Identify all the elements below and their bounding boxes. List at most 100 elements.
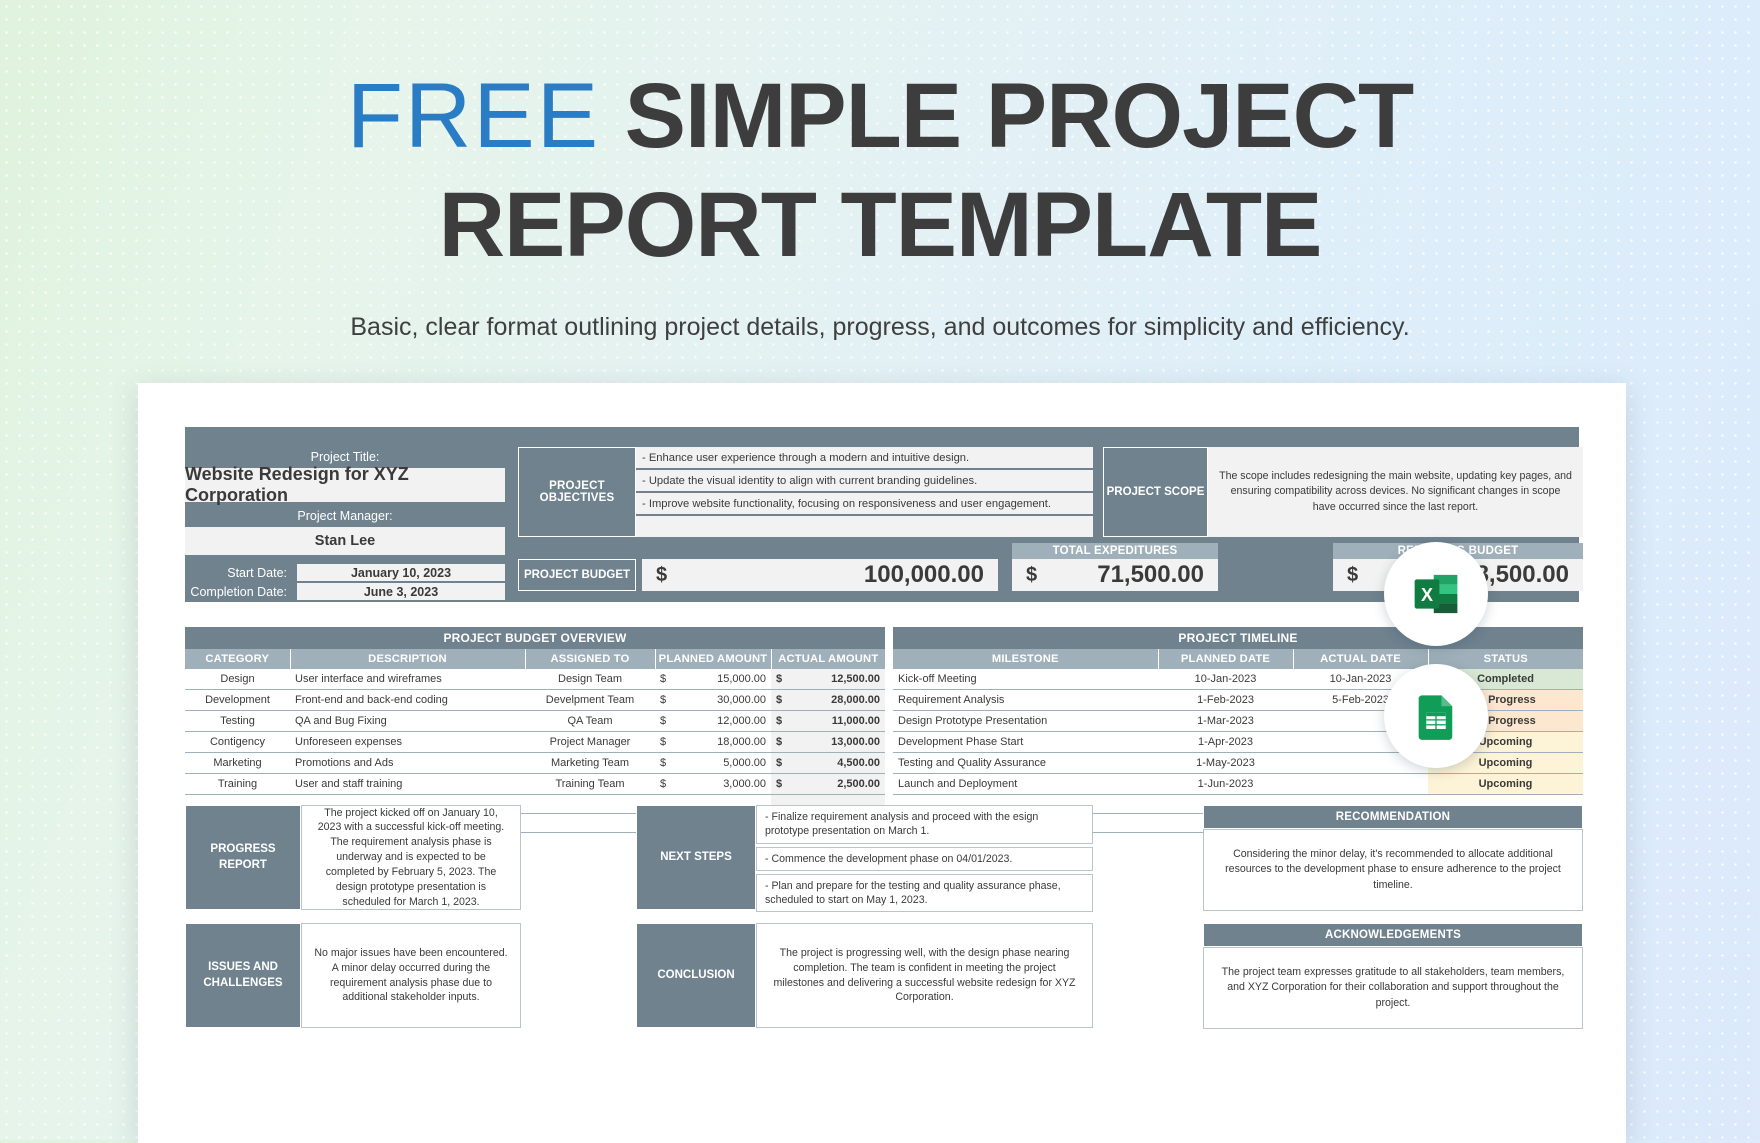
next-step-item[interactable]: - Commence the development phase on 04/0…	[756, 846, 1093, 871]
conclusion-text[interactable]: The project is progressing well, with th…	[756, 923, 1093, 1028]
table-row[interactable]: Launch and Deployment 1-Jun-2023 Upcoming	[893, 773, 1583, 795]
cell-description: Promotions and Ads	[290, 752, 525, 774]
table-row[interactable]: Marketing Promotions and Ads Marketing Tea…	[185, 752, 886, 774]
budget-table-band: PROJECT BUDGET OVERVIEW	[185, 627, 885, 649]
recommendation-text[interactable]: Considering the minor delay, it's recomm…	[1203, 829, 1583, 911]
cell-assigned-to: Develpment Team	[525, 689, 655, 711]
cell-actual-amount: 2,500.00	[787, 773, 886, 795]
total-expenditures-value-box[interactable]: $ 71,500.00	[1012, 559, 1218, 591]
status-badge: Upcoming	[1428, 773, 1583, 795]
cell-actual-amount: 12,500.00	[787, 669, 886, 690]
project-scope-value[interactable]: The scope includes redesigning the main …	[1208, 447, 1583, 537]
cell-actual-currency: $	[771, 669, 788, 690]
remaining-budget-currency: $	[1347, 563, 1359, 586]
cell-planned-currency: $	[655, 773, 671, 795]
project-budget-overview-table: PROJECT BUDGET OVERVIEW CATEGORY DESCRIP…	[185, 627, 886, 833]
acknowledgements-label: ACKNOWLEDGEMENTS	[1203, 923, 1583, 947]
project-scope-label: PROJECT SCOPE	[1103, 447, 1208, 537]
start-date-value[interactable]: January 10, 2023	[297, 564, 505, 581]
cell-planned-currency: $	[655, 689, 671, 711]
cell-actual-currency: $	[771, 752, 788, 774]
table-row[interactable]: Testing and Quality Assurance 1-May-2023 U…	[893, 752, 1583, 774]
budget-col-actual: ACTUAL AMOUNT	[771, 649, 886, 669]
cell-milestone: Launch and Deployment	[893, 773, 1158, 795]
objective-item[interactable]: - Improve website functionality, focusin…	[636, 493, 1093, 514]
start-date-label: Start Date:	[227, 565, 287, 580]
budget-col-description: DESCRIPTION	[290, 649, 526, 669]
recommendation-label: RECOMMENDATION	[1203, 805, 1583, 829]
objective-item[interactable]: - Enhance user experience through a mode…	[636, 447, 1093, 468]
google-sheets-badge[interactable]	[1384, 664, 1488, 768]
cell-description: QA and Bug Fixing	[290, 710, 525, 732]
next-steps-label: NEXT STEPS	[636, 805, 756, 910]
excel-badge[interactable]: X	[1384, 542, 1488, 646]
project-budget-label: PROJECT BUDGET	[518, 559, 636, 591]
table-row[interactable]: Design User interface and wireframes Desig…	[185, 669, 886, 690]
table-row[interactable]: Contigency Unforeseen expenses Project Man…	[185, 731, 886, 753]
cell-milestone: Testing and Quality Assurance	[893, 752, 1158, 774]
cell-assigned-to: Design Team	[525, 669, 655, 690]
project-manager-label: Project Manager:	[297, 509, 393, 523]
page-title: FREE SIMPLE PROJECT REPORT TEMPLATE	[0, 0, 1760, 279]
acknowledgements-text[interactable]: The project team expresses gratitude to …	[1203, 947, 1583, 1029]
project-budget-value-box[interactable]: $ 100,000.00	[642, 559, 998, 591]
table-row[interactable]: Development Front-end and back-end coding…	[185, 689, 886, 711]
excel-icon: X	[1414, 574, 1458, 614]
cell-planned-amount: 3,000.00	[671, 773, 772, 795]
acknowledgements-panel: ACKNOWLEDGEMENTS The project team expres…	[1203, 923, 1583, 1029]
conclusion-panel: CONCLUSION The project is progressing we…	[636, 923, 1093, 1028]
budget-col-assigned: ASSIGNED TO	[525, 649, 656, 669]
issues-text[interactable]: No major issues have been encountered. A…	[301, 923, 521, 1028]
cell-assigned-to: QA Team	[525, 710, 655, 732]
cell-planned-date: 10-Jan-2023	[1158, 669, 1293, 690]
cell-category: Testing	[185, 710, 290, 732]
cell-planned-currency: $	[655, 710, 671, 732]
completion-date-label: Completion Date:	[190, 584, 287, 599]
table-row[interactable]: Testing QA and Bug Fixing QA Team $12,000.0…	[185, 710, 886, 732]
cell-planned-currency: $	[655, 752, 671, 774]
cell-description: Unforeseen expenses	[290, 731, 525, 753]
cell-planned-date: 1-Apr-2023	[1158, 731, 1293, 753]
cell-actual-currency: $	[771, 689, 788, 711]
objective-item[interactable]	[636, 516, 1093, 537]
cell-planned-amount: 30,000.00	[671, 689, 772, 711]
project-manager-value[interactable]: Stan Lee	[185, 527, 505, 555]
total-expenditures-amount: 71,500.00	[1097, 561, 1204, 588]
svg-text:X: X	[1421, 585, 1433, 605]
cell-category: Development	[185, 689, 290, 711]
timeline-table-band: PROJECT TIMELINE	[893, 627, 1583, 649]
progress-report-text[interactable]: The project kicked off on January 10, 20…	[301, 805, 521, 910]
cell-actual-amount: 4,500.00	[787, 752, 886, 774]
table-row[interactable]: Training User and staff training Training …	[185, 773, 886, 795]
project-title-value[interactable]: Website Redesign for XYZ Corporation	[185, 464, 505, 505]
completion-date-value[interactable]: June 3, 2023	[297, 583, 505, 600]
hero-section: FREE SIMPLE PROJECT REPORT TEMPLATE Basi…	[0, 0, 1760, 342]
timeline-col-planned-date: PLANNED DATE	[1158, 649, 1294, 669]
cell-description: Front-end and back-end coding	[290, 689, 525, 711]
next-step-item[interactable]: - Finalize requirement analysis and proc…	[756, 805, 1093, 844]
next-steps-list: - Finalize requirement analysis and proc…	[756, 805, 1093, 913]
next-step-item[interactable]: - Plan and prepare for the testing and q…	[756, 873, 1093, 913]
progress-report-label: PROGRESS REPORT	[185, 805, 301, 910]
progress-report-panel: PROGRESS REPORT The project kicked off o…	[185, 805, 521, 910]
cell-assigned-to: Project Manager	[525, 731, 655, 753]
project-scope-block: PROJECT SCOPE The scope includes redesig…	[1103, 447, 1583, 537]
project-budget-currency: $	[656, 563, 668, 586]
objective-item[interactable]: - Update the visual identity to align wi…	[636, 470, 1093, 491]
project-budget-amount: 100,000.00	[863, 561, 984, 588]
cell-assigned-to: Training Team	[525, 773, 655, 795]
project-objectives-list: - Enhance user experience through a mode…	[636, 447, 1093, 537]
cell-planned-date: 1-Feb-2023	[1158, 689, 1293, 711]
cell-actual-currency: $	[771, 773, 788, 795]
budget-table-header-row: CATEGORY DESCRIPTION ASSIGNED TO PLANNED…	[185, 649, 886, 669]
cell-planned-amount: 12,000.00	[671, 710, 772, 732]
table-row[interactable]: Kick-off Meeting 10-Jan-2023 10-Jan-2023 Co…	[893, 669, 1583, 690]
budget-col-planned: PLANNED AMOUNT	[655, 649, 772, 669]
total-expenditures-currency: $	[1026, 563, 1038, 586]
cell-planned-currency: $	[655, 731, 671, 753]
recommendation-panel: RECOMMENDATION Considering the minor del…	[1203, 805, 1583, 911]
cell-actual-currency: $	[771, 710, 788, 732]
spreadsheet-preview: Project Title: Website Redesign for XYZ …	[138, 383, 1626, 1143]
cell-planned-amount: 15,000.00	[671, 669, 772, 690]
conclusion-label: CONCLUSION	[636, 923, 756, 1028]
